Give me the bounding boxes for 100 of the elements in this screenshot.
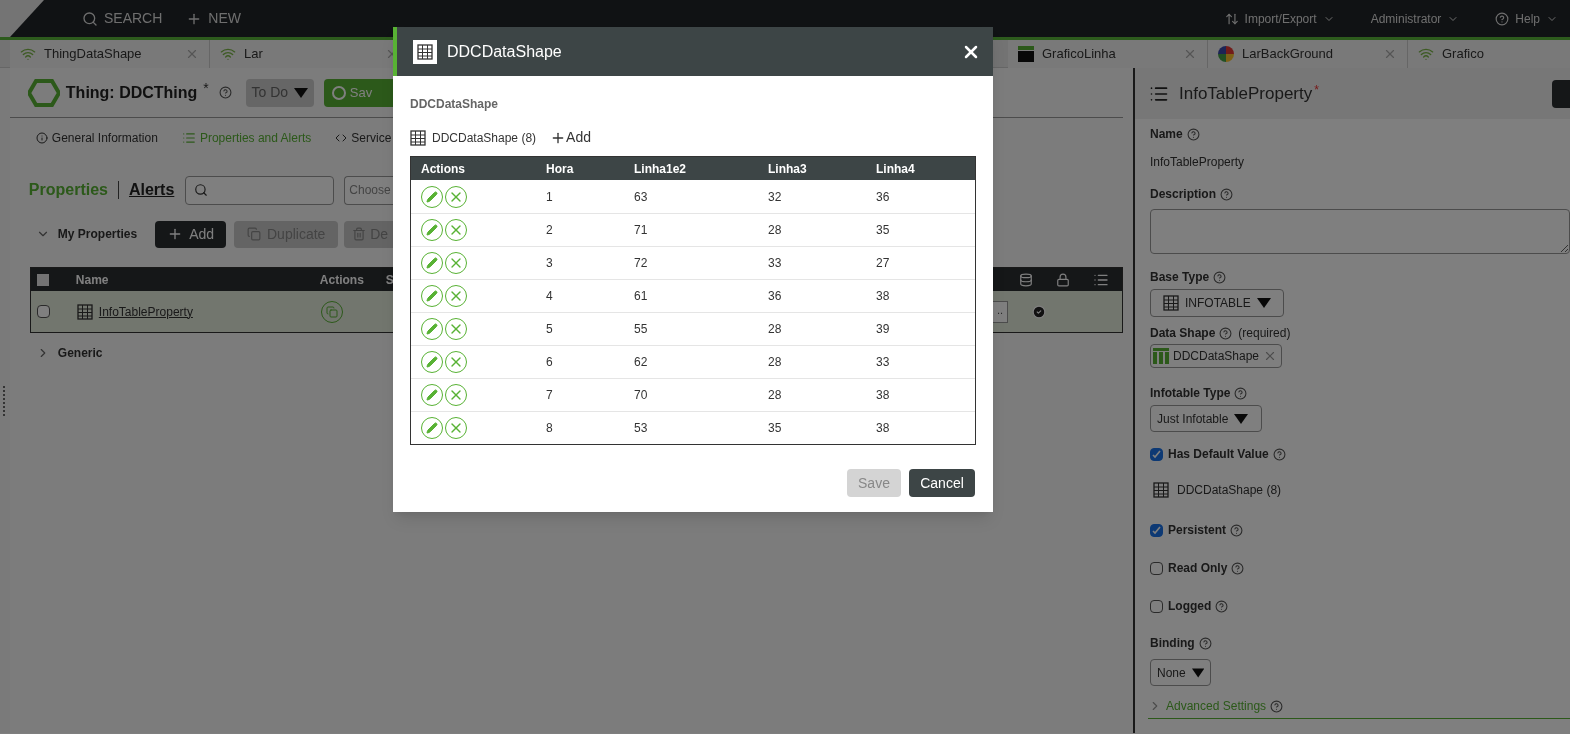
checkbox[interactable] <box>1150 523 1163 537</box>
color-wheel-icon <box>1218 46 1234 62</box>
code-icon <box>335 132 348 144</box>
chip-label: DDCDataShape <box>1173 348 1260 365</box>
transfer-icon <box>1224 11 1239 26</box>
new-button[interactable]: NEW <box>186 8 242 29</box>
help-icon[interactable] <box>1198 636 1212 650</box>
checkbox-label: Persistent <box>1168 522 1227 539</box>
document-tab[interactable]: Grafico <box>1408 40 1570 68</box>
add-button[interactable]: Add <box>155 220 227 248</box>
wifi-icon <box>1418 46 1434 62</box>
checkbox[interactable] <box>1150 599 1163 613</box>
caret-icon <box>294 87 309 98</box>
dialog-subtitle: DDCDataShape <box>410 96 500 113</box>
field-label: Data Shape <box>1150 325 1216 342</box>
document-tab[interactable]: LarBackGround <box>1208 40 1408 68</box>
document-tab[interactable]: GraficoLinha <box>1008 40 1208 68</box>
panel-icon <box>1018 46 1034 62</box>
field-label: Binding <box>1150 635 1195 652</box>
table-cell-text: 28 <box>768 222 783 239</box>
binding-dropdown[interactable]: None <box>1150 659 1211 686</box>
table-cell-text: 70 <box>634 387 649 404</box>
table-cell-text: 33 <box>876 354 891 371</box>
help-icon[interactable] <box>218 86 232 99</box>
help-icon[interactable] <box>1215 599 1229 613</box>
tab-label: LarBackGround <box>1242 45 1334 64</box>
checkbox-label: Logged <box>1168 598 1212 615</box>
help-icon[interactable] <box>1220 187 1233 201</box>
base-type-dropdown[interactable]: INFOTABLE <box>1150 289 1284 317</box>
section-link[interactable]: General Information <box>35 129 158 147</box>
list-icon <box>181 131 196 145</box>
help-icon[interactable] <box>1219 326 1233 340</box>
column-header: Hora <box>546 160 575 178</box>
field-value: InfoTableProperty <box>1150 154 1246 171</box>
search-button[interactable]: SEARCH <box>82 8 163 29</box>
table-cell-text: 28 <box>768 321 783 338</box>
property-link[interactable]: InfoTableProperty <box>98 302 193 321</box>
help-icon[interactable] <box>1234 386 1248 400</box>
lock-icon <box>1056 272 1070 287</box>
data-shape-icon <box>1153 348 1169 364</box>
table-cell-text: 39 <box>876 321 891 338</box>
checkbox[interactable] <box>1150 561 1163 575</box>
search-field[interactable] <box>185 175 335 205</box>
resize-handle[interactable] <box>3 385 7 416</box>
field-label: Name <box>1150 126 1183 143</box>
column-header: Linha1e2 <box>634 160 688 178</box>
help-icon[interactable] <box>1270 699 1284 713</box>
table-cell-text: 27 <box>876 255 891 272</box>
wifi-icon <box>220 46 236 62</box>
infotable-type-dropdown[interactable]: Just Infotable <box>1150 405 1262 432</box>
table-cell-text: 8 <box>546 420 554 437</box>
section-link[interactable]: Service <box>335 129 392 147</box>
column-header: Actions <box>420 160 466 178</box>
table-cell-text: 63 <box>634 188 649 206</box>
field-label: Infotable Type <box>1150 385 1231 402</box>
database-icon <box>1019 272 1033 287</box>
group-toggle[interactable]: My Properties <box>35 225 138 243</box>
wifi-icon <box>20 46 36 62</box>
column-header: Actions <box>319 271 365 289</box>
help-icon[interactable] <box>1213 270 1227 284</box>
table-cell-text: 71 <box>634 222 649 239</box>
document-tab[interactable]: ThingDataShape <box>10 40 210 68</box>
menu-button[interactable]: Administrator <box>1370 9 1460 28</box>
tab-label: GraficoLinha <box>1042 45 1116 64</box>
description-field[interactable] <box>1150 209 1570 254</box>
dialog-title: DDCDataShape <box>447 41 562 62</box>
table-cell-text: 28 <box>768 387 783 404</box>
cancel-button[interactable]: Cancel <box>909 469 975 497</box>
row-checkbox[interactable] <box>36 305 50 318</box>
checkbox-label: Read Only <box>1168 560 1228 577</box>
menu-button[interactable]: Import/Export <box>1224 9 1335 28</box>
menu-button[interactable]: Help <box>1495 9 1558 28</box>
section-tab[interactable]: Alerts <box>128 178 175 202</box>
group-toggle[interactable]: Generic <box>35 344 103 362</box>
header-checkbox[interactable] <box>36 273 49 286</box>
table-cell-text: 35 <box>768 420 783 437</box>
table-icon <box>410 129 426 146</box>
table-cell-text: 36 <box>768 288 783 305</box>
help-icon[interactable] <box>1272 447 1286 461</box>
table-cell-text: 62 <box>634 354 649 371</box>
checkbox[interactable] <box>1150 447 1163 461</box>
table-cell-text: 61 <box>634 288 649 305</box>
table-cell-text: 4 <box>546 288 554 305</box>
data-shape-chip[interactable]: DDCDataShape <box>1150 344 1282 368</box>
table-cell-text: 32 <box>768 188 783 206</box>
advanced-settings-link[interactable]: Advanced Settings <box>1166 697 1267 715</box>
help-icon[interactable] <box>1230 523 1244 537</box>
tab-label: Lar <box>244 45 263 64</box>
add-row-button[interactable]: Add <box>550 127 591 148</box>
column-header: S <box>385 271 394 289</box>
panel-title: InfoTableProperty <box>1179 82 1313 105</box>
table-cell-text: 28 <box>768 354 783 371</box>
help-icon[interactable] <box>1186 127 1200 141</box>
modified-mark: * <box>203 79 209 98</box>
caret-icon <box>1234 413 1249 424</box>
thing-title: Thing: DDCThing <box>65 82 198 103</box>
table-cell-text: 36 <box>876 188 891 206</box>
infotable-label: DDCDataShape (8) <box>432 129 537 147</box>
help-icon[interactable] <box>1231 561 1245 575</box>
table-cell-text: 72 <box>634 255 649 272</box>
